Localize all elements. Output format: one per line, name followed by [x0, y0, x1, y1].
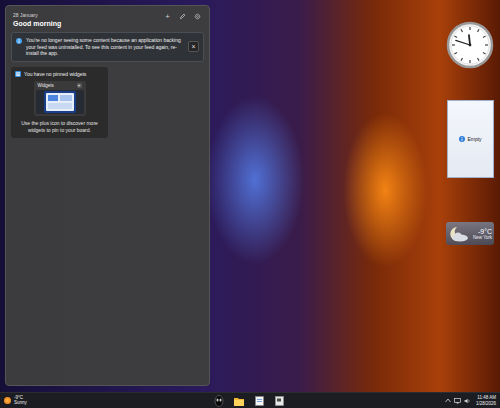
- notes-gadget[interactable]: Empty: [447, 100, 494, 178]
- widgets-icon: [15, 71, 21, 77]
- date-label: 28 January: [13, 12, 61, 18]
- settings-button[interactable]: [193, 12, 202, 21]
- taskbar-condition: Sunny: [14, 401, 27, 406]
- info-icon: [459, 136, 465, 142]
- widgets-header: 28 January Good morning +: [11, 12, 204, 27]
- weather-city: New York: [473, 235, 492, 240]
- clock-gadget[interactable]: [446, 21, 494, 69]
- info-icon: [16, 38, 22, 44]
- pinned-widgets-card: You have no pinned widgets Widgets + Use th…: [11, 67, 108, 139]
- weather-temperature: -9°C: [478, 228, 492, 235]
- pencil-icon: [179, 13, 186, 20]
- sun-icon: [4, 397, 11, 404]
- taskbar: -9°CSunny 11:48 AM1/28/2026: [0, 392, 500, 408]
- tablet-icon: [38, 90, 82, 114]
- notice-text: You're no longer seeing some content bec…: [26, 37, 184, 57]
- widgets-panel: 28 January Good morning + You're no longer …: [5, 5, 210, 386]
- network-icon[interactable]: [454, 398, 461, 404]
- close-notice-button[interactable]: ×: [188, 41, 199, 52]
- analog-clock-icon: [446, 21, 494, 69]
- add-widget-button[interactable]: +: [163, 12, 172, 21]
- document-icon[interactable]: [273, 395, 285, 408]
- desktop-screen: 28 January Good morning + You're no longer …: [0, 0, 500, 408]
- file-explorer-icon[interactable]: [233, 395, 245, 408]
- desktop: 28 January Good morning + You're no longer …: [0, 0, 500, 392]
- greeting-label: Good morning: [13, 20, 61, 27]
- widgets-preview: Widgets +: [34, 81, 86, 117]
- preview-label: Widgets: [38, 83, 54, 88]
- preview-add-button: +: [77, 83, 82, 89]
- feed-notice: You're no longer seeing some content bec…: [11, 32, 204, 62]
- chevron-up-icon[interactable]: [445, 398, 451, 403]
- weather-gadget[interactable]: -9°CNew York: [446, 222, 494, 245]
- volume-icon[interactable]: [464, 398, 471, 404]
- edit-button[interactable]: [178, 12, 187, 21]
- notepad-icon[interactable]: [253, 395, 265, 408]
- taskbar-weather[interactable]: -9°CSunny: [4, 396, 27, 406]
- taskbar-clock[interactable]: 11:48 AM1/28/2026: [476, 395, 496, 405]
- taskbar-date: 1/28/2026: [476, 401, 496, 406]
- app-logo-icon[interactable]: [213, 395, 225, 408]
- notes-text: Empty: [467, 136, 481, 142]
- pinned-hint: Use the plus icon to discover more widge…: [15, 120, 104, 133]
- taskbar-time: 11:48 AM: [477, 395, 496, 400]
- pinned-title: You have no pinned widgets: [24, 71, 86, 77]
- gear-icon: [194, 13, 201, 20]
- moon-cloud-icon: [448, 226, 470, 242]
